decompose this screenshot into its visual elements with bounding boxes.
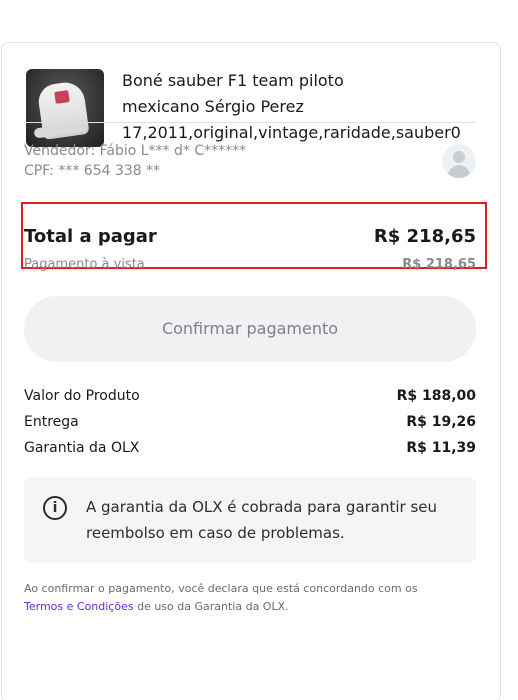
confirm-payment-button[interactable]: Confirmar pagamento: [24, 296, 476, 362]
avista-label: Pagamento à vista: [24, 257, 145, 272]
product-title-line2: mexicano Sérgio Perez: [122, 97, 304, 116]
terms-link[interactable]: Termos e Condições: [24, 600, 134, 613]
breakdown-value: R$ 19,26: [406, 414, 476, 430]
product-title-line1: Boné sauber F1 team piloto: [122, 71, 344, 90]
divider: [24, 122, 476, 123]
product-thumbnail: [26, 69, 104, 147]
breakdown-value: R$ 11,39: [406, 440, 476, 456]
seller-cpf: CPF: *** 654 338 **: [24, 163, 161, 179]
disclaimer-suffix: de uso da Garantia da OLX.: [133, 600, 289, 613]
total-label: Total a pagar: [24, 226, 157, 247]
avatar: [442, 144, 476, 178]
guarantee-info-box: i A garantia da OLX é cobrada para garan…: [24, 477, 476, 563]
avatar-head: [453, 151, 465, 163]
total-row: Total a pagar R$ 218,65: [24, 226, 476, 252]
breakdown-value: R$ 188,00: [396, 388, 476, 404]
seller-name: Vendedor: Fábio L*** d* C******: [24, 143, 247, 159]
product-title: Boné sauber F1 team piloto mexicano Sérg…: [122, 68, 482, 146]
breakdown-row: Entrega R$ 19,26: [24, 412, 476, 438]
price-breakdown: Valor do Produto R$ 188,00 Entrega R$ 19…: [24, 386, 476, 464]
guarantee-info-line1: A garantia da OLX é cobrada para garanti…: [86, 498, 438, 516]
avista-value: R$ 218,65: [402, 257, 476, 272]
avista-row: Pagamento à vista R$ 218,65: [24, 257, 476, 275]
breakdown-label: Entrega: [24, 414, 79, 430]
disclaimer: Ao confirmar o pagamento, você declara q…: [24, 580, 476, 616]
disclaimer-text: Ao confirmar o pagamento, você declara q…: [24, 582, 418, 595]
total-value: R$ 218,65: [373, 226, 476, 247]
cap-logo: [54, 90, 70, 104]
breakdown-label: Valor do Produto: [24, 388, 140, 404]
avatar-body: [448, 165, 470, 178]
guarantee-info-line2: reembolso em caso de problemas.: [86, 524, 345, 542]
info-icon: i: [43, 496, 67, 520]
guarantee-info-text: A garantia da OLX é cobrada para garanti…: [86, 494, 464, 546]
disclaimer-line2: Termos e Condições de uso da Garantia da…: [24, 598, 476, 616]
seller-info: Vendedor: Fábio L*** d* C****** CPF: ***…: [24, 141, 476, 185]
breakdown-row: Garantia da OLX R$ 11,39: [24, 438, 476, 464]
breakdown-label: Garantia da OLX: [24, 440, 140, 456]
breakdown-row: Valor do Produto R$ 188,00: [24, 386, 476, 412]
